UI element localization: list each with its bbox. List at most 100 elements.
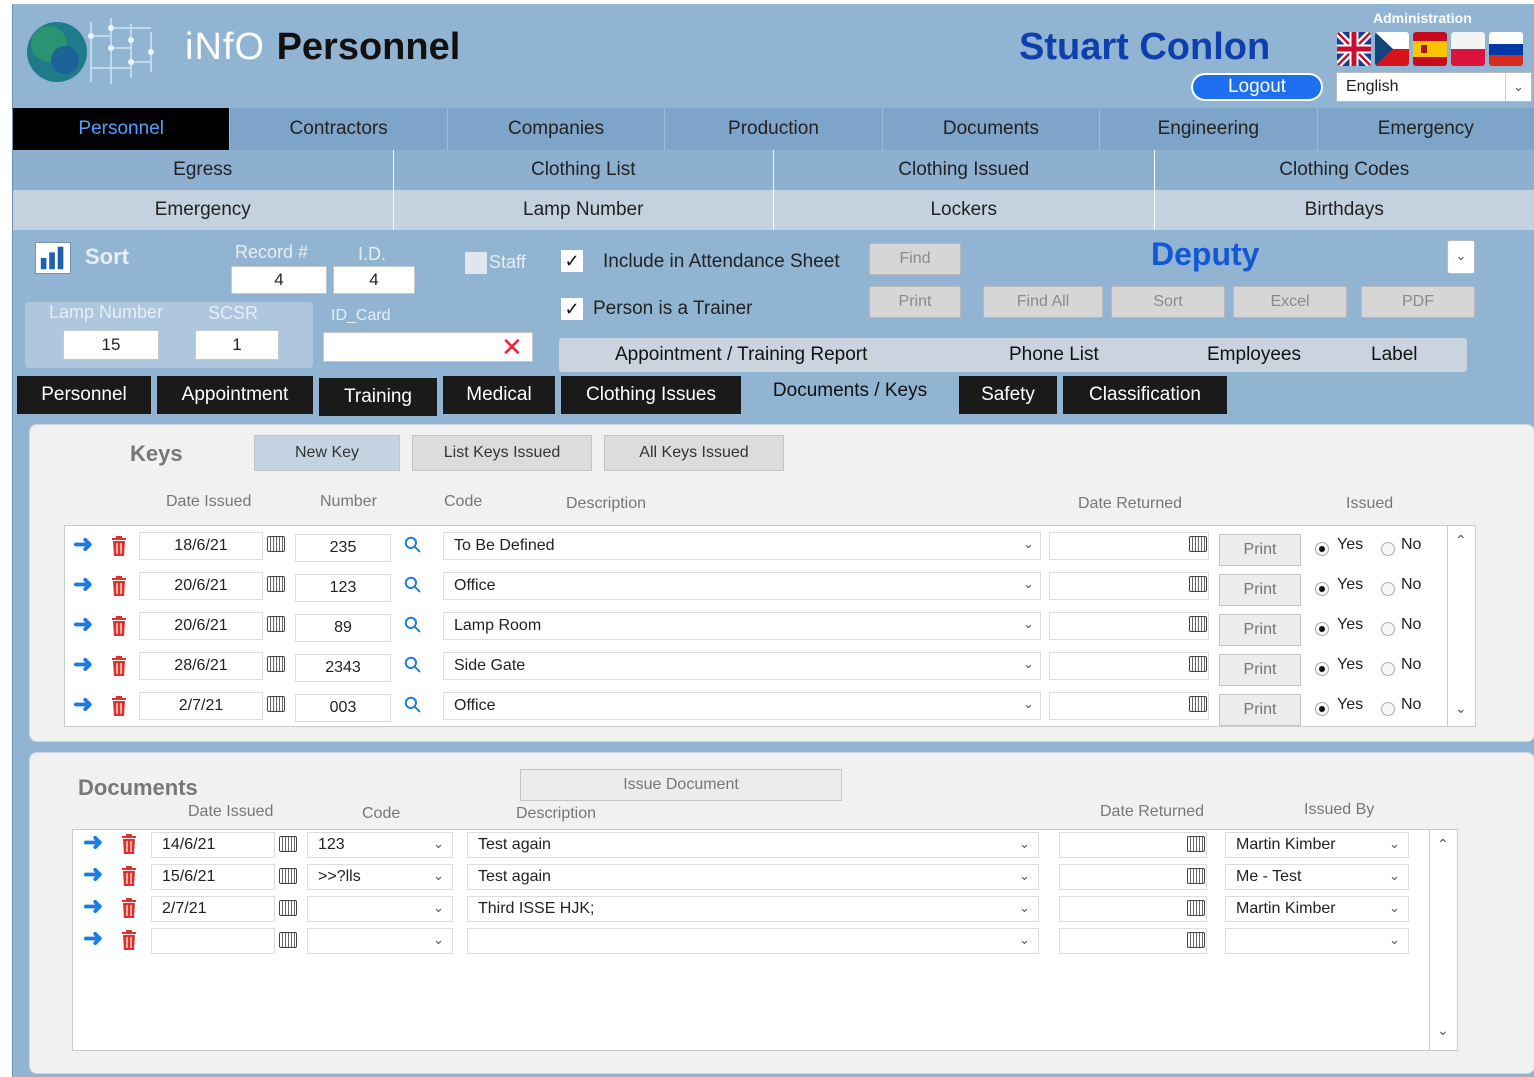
key-date-returned[interactable] xyxy=(1049,652,1209,680)
issued-no-radio[interactable] xyxy=(1381,662,1395,676)
czech-flag-icon[interactable] xyxy=(1375,32,1409,66)
doc-date-returned[interactable] xyxy=(1059,928,1207,954)
magnifier-search-icon[interactable]: ⚲ xyxy=(398,530,428,560)
doc-date-issued[interactable]: 2/7/21 xyxy=(151,896,275,922)
keys-list[interactable]: ➜ 2/7/21 003 ⚲ Office ⌄ Print Yes No ➜ 28/6/21 2343… xyxy=(64,525,1476,727)
doc-date-issued[interactable]: 14/6/21 xyxy=(151,832,275,858)
arrow-right-icon[interactable]: ➜ xyxy=(73,650,93,679)
key-date-issued[interactable]: 20/6/21 xyxy=(139,572,263,600)
tab-clothing-issues[interactable]: Clothing Issues xyxy=(561,376,741,414)
key-number[interactable]: 235 xyxy=(295,534,391,562)
staff-checkbox[interactable] xyxy=(465,252,487,274)
calendar-icon[interactable] xyxy=(279,836,297,852)
russia-flag-icon[interactable] xyxy=(1489,32,1523,66)
magnifier-search-icon[interactable]: ⚲ xyxy=(398,650,428,680)
key-number[interactable]: 003 xyxy=(295,694,391,722)
scroll-up-icon[interactable]: ⌃ xyxy=(1437,836,1449,853)
spain-flag-icon[interactable] xyxy=(1413,32,1447,66)
calendar-icon[interactable] xyxy=(279,900,297,916)
calendar-icon[interactable] xyxy=(267,696,285,712)
doc-code[interactable] xyxy=(307,928,453,954)
calendar-icon[interactable] xyxy=(1187,836,1205,852)
calendar-icon[interactable] xyxy=(267,576,285,592)
doc-date-issued[interactable]: 15/6/21 xyxy=(151,864,275,890)
tab-safety[interactable]: Safety xyxy=(959,376,1057,414)
arrow-right-icon[interactable]: ➜ xyxy=(83,828,103,857)
nav-emergency[interactable]: Emergency xyxy=(1317,108,1534,150)
poland-flag-icon[interactable] xyxy=(1451,32,1485,66)
nav-engineering[interactable]: Engineering xyxy=(1100,108,1318,150)
calendar-icon[interactable] xyxy=(267,656,285,672)
key-description[interactable]: Office xyxy=(443,572,1041,600)
chevron-down-icon[interactable]: ⌄ xyxy=(1019,932,1030,948)
chevron-down-icon[interactable]: ⌄ xyxy=(433,836,444,852)
find-button[interactable]: Find xyxy=(869,243,961,275)
doc-description[interactable]: Test again xyxy=(467,832,1039,858)
calendar-icon[interactable] xyxy=(279,868,297,884)
all-keys-issued-button[interactable]: All Keys Issued xyxy=(604,435,784,471)
calendar-icon[interactable] xyxy=(1189,656,1207,672)
issued-no-radio[interactable] xyxy=(1381,622,1395,636)
documents-scrollbar[interactable]: ⌃ ⌄ xyxy=(1429,830,1457,1050)
subnav-lockers[interactable]: Lockers xyxy=(774,190,1155,230)
lamp-number-field[interactable]: 15 xyxy=(63,330,159,360)
arrow-right-icon[interactable]: ➜ xyxy=(83,892,103,921)
key-date-issued[interactable]: 20/6/21 xyxy=(139,612,263,640)
trash-icon[interactable] xyxy=(121,930,137,950)
key-description[interactable]: Side Gate xyxy=(443,652,1041,680)
key-date-issued[interactable]: 18/6/21 xyxy=(139,532,263,560)
trash-icon[interactable] xyxy=(111,696,127,716)
tab-classification[interactable]: Classification xyxy=(1063,376,1227,414)
trash-icon[interactable] xyxy=(121,898,137,918)
key-date-returned[interactable] xyxy=(1049,572,1209,600)
subnav-clothing-codes[interactable]: Clothing Codes xyxy=(1154,150,1534,190)
sort-label[interactable]: Sort xyxy=(85,244,129,270)
logout-button[interactable]: Logout xyxy=(1191,73,1323,101)
arrow-right-icon[interactable]: ➜ xyxy=(73,690,93,719)
print-button[interactable]: Print xyxy=(869,286,961,318)
issued-yes-radio[interactable] xyxy=(1315,542,1329,556)
key-date-returned[interactable] xyxy=(1049,692,1209,720)
key-description[interactable]: Office xyxy=(443,692,1041,720)
chevron-down-icon[interactable]: ⌄ xyxy=(1389,836,1400,852)
calendar-icon[interactable] xyxy=(1187,900,1205,916)
nav-personnel[interactable]: Personnel xyxy=(13,108,231,150)
calendar-icon[interactable] xyxy=(1187,932,1205,948)
trash-icon[interactable] xyxy=(121,866,137,886)
id-field[interactable]: 4 xyxy=(333,266,415,294)
calendar-icon[interactable] xyxy=(267,616,285,632)
magnifier-search-icon[interactable]: ⚲ xyxy=(398,610,428,640)
chevron-down-icon[interactable]: ⌄ xyxy=(1389,932,1400,948)
doc-code[interactable]: >>?lls xyxy=(307,864,453,890)
excel-button[interactable]: Excel xyxy=(1233,286,1347,318)
doc-date-issued[interactable] xyxy=(151,928,275,954)
record-number-field[interactable]: 4 xyxy=(231,266,327,294)
doc-date-returned[interactable] xyxy=(1059,896,1207,922)
doc-date-returned[interactable] xyxy=(1059,864,1207,890)
bar-chart-icon[interactable] xyxy=(35,242,71,274)
doc-issued-by[interactable]: Martin Kimber xyxy=(1225,832,1409,858)
label-link[interactable]: Label xyxy=(1371,344,1418,366)
chevron-down-icon[interactable]: ⌄ xyxy=(433,900,444,916)
arrow-right-icon[interactable]: ➜ xyxy=(73,530,93,559)
calendar-icon[interactable] xyxy=(1189,576,1207,592)
trash-icon[interactable] xyxy=(111,616,127,636)
key-description[interactable]: To Be Defined xyxy=(443,532,1041,560)
chevron-down-icon[interactable]: ⌄ xyxy=(1019,900,1030,916)
trash-icon[interactable] xyxy=(111,656,127,676)
magnifier-search-icon[interactable]: ⚲ xyxy=(398,690,428,720)
key-date-returned[interactable] xyxy=(1049,612,1209,640)
arrow-right-icon[interactable]: ➜ xyxy=(83,860,103,889)
chevron-down-icon[interactable]: ⌄ xyxy=(1023,576,1034,592)
nav-documents[interactable]: Documents xyxy=(882,108,1101,150)
print-key-button[interactable]: Print xyxy=(1219,574,1301,606)
chevron-down-icon[interactable]: ⌄ xyxy=(1023,536,1034,552)
print-key-button[interactable]: Print xyxy=(1219,614,1301,646)
doc-description[interactable]: Test again xyxy=(467,864,1039,890)
chevron-down-icon[interactable]: ⌄ xyxy=(1019,868,1030,884)
calendar-icon[interactable] xyxy=(1189,616,1207,632)
role-dropdown-chevron-icon[interactable]: ⌄ xyxy=(1447,240,1475,274)
doc-description[interactable]: Third ISSE HJK; xyxy=(467,896,1039,922)
administration-link[interactable]: Administration xyxy=(1373,10,1472,26)
doc-code[interactable]: 123 xyxy=(307,832,453,858)
